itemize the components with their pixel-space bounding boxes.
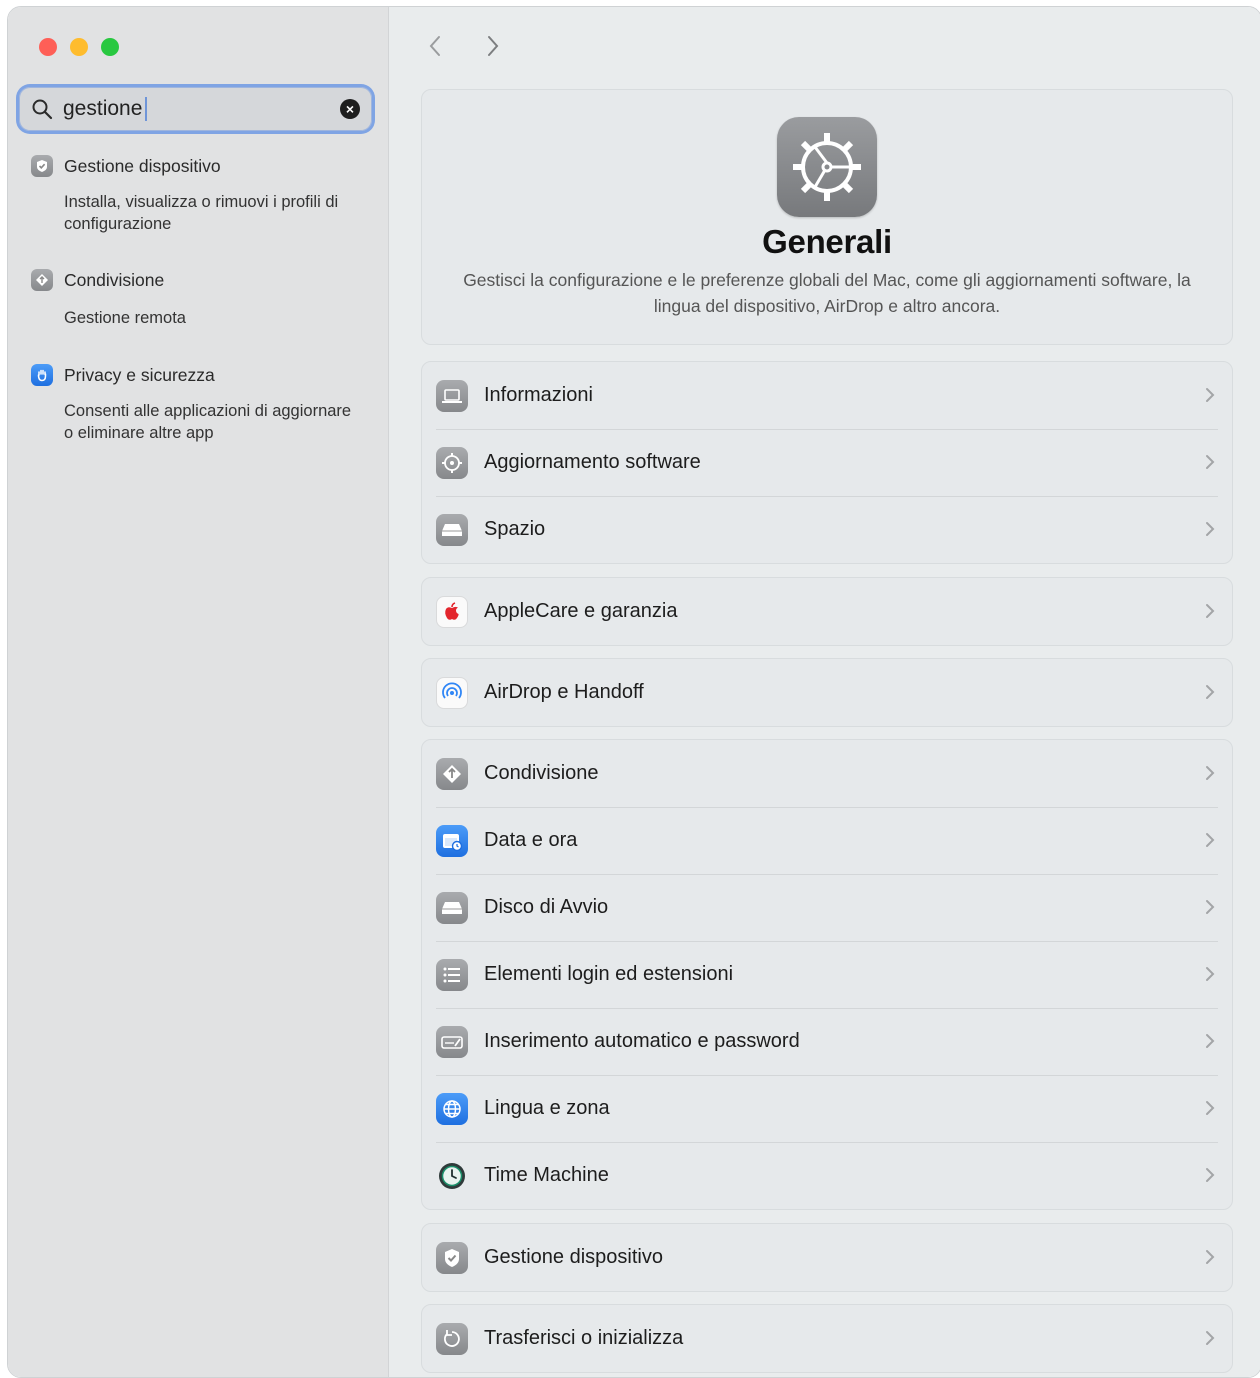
- chevron-right-icon: [1206, 833, 1215, 847]
- row-label: Trasferisci o inizializza: [484, 1327, 684, 1349]
- window-controls: [39, 38, 119, 56]
- row-gestione-dispositivo[interactable]: Gestione dispositivo: [422, 1224, 1232, 1291]
- result-title: Privacy e sicurezza: [64, 364, 215, 385]
- hand-icon: [31, 364, 53, 386]
- settings-group: Gestione dispositivo: [421, 1223, 1233, 1292]
- chevron-right-icon: [1206, 1168, 1215, 1182]
- close-window-button[interactable]: [39, 38, 57, 56]
- chevron-right-icon: [1206, 1331, 1215, 1345]
- row-label: AirDrop e Handoff: [484, 681, 644, 703]
- search-result-device-management[interactable]: Gestione dispositivo Installa, visualizz…: [31, 155, 364, 235]
- page-description: Gestisci la configurazione e le preferen…: [463, 270, 1191, 316]
- airdrop-icon: [436, 676, 468, 709]
- chevron-right-icon: [1206, 1101, 1215, 1115]
- settings-group: Condivisione Data e ora Disco di Avvio E…: [421, 739, 1233, 1210]
- drive-icon: [436, 513, 468, 546]
- chevron-right-icon: [1206, 522, 1215, 536]
- chevron-right-icon: [1206, 1034, 1215, 1048]
- chevron-right-icon: [1206, 1250, 1215, 1264]
- row-inserimento-password[interactable]: Inserimento automatico e password: [422, 1008, 1232, 1075]
- chevron-right-icon: [1206, 604, 1215, 618]
- row-label: Time Machine: [484, 1164, 609, 1186]
- chevron-right-icon: [1206, 455, 1215, 469]
- chevron-right-icon: [1206, 388, 1215, 402]
- drive-icon: [436, 891, 468, 924]
- forward-arrow-icon[interactable]: [479, 33, 505, 59]
- settings-window: gestione × Gestione dispositivo Installa…: [7, 6, 1260, 1378]
- time-machine-icon: [436, 1160, 468, 1192]
- checkmark-badge-icon: [436, 1241, 468, 1274]
- row-applecare[interactable]: AppleCare e garanzia: [422, 578, 1232, 645]
- row-time-machine[interactable]: Time Machine: [422, 1142, 1232, 1209]
- row-label: Aggiornamento software: [484, 451, 701, 473]
- general-header: Generali Gestisci la configurazione e le…: [421, 89, 1233, 345]
- row-label: Gestione dispositivo: [484, 1246, 663, 1268]
- chevron-right-icon: [1206, 685, 1215, 699]
- settings-group: AirDrop e Handoff: [421, 658, 1233, 727]
- chevron-right-icon: [1206, 967, 1215, 981]
- page-title: Generali: [762, 223, 892, 260]
- navigation-controls: [423, 33, 505, 59]
- password-icon: [436, 1025, 468, 1058]
- row-label: Lingua e zona: [484, 1097, 610, 1119]
- gear-refresh-icon: [436, 446, 468, 479]
- row-label: Elementi login ed estensioni: [484, 963, 734, 985]
- back-arrow-icon[interactable]: [423, 33, 449, 59]
- row-label: Informazioni: [484, 384, 593, 406]
- sharing-icon: [436, 757, 468, 790]
- sidebar: gestione × Gestione dispositivo Installa…: [8, 7, 389, 1377]
- row-condivisione[interactable]: Condivisione: [422, 740, 1232, 807]
- gear-icon: [777, 117, 877, 217]
- row-trasferisci-inizializza[interactable]: Trasferisci o inizializza: [422, 1305, 1232, 1372]
- main-pane: Generali Gestisci la configurazione e le…: [389, 7, 1260, 1377]
- apple-icon: [436, 595, 468, 628]
- zoom-window-button[interactable]: [101, 38, 119, 56]
- search-input[interactable]: gestione: [63, 97, 142, 121]
- result-title: Condivisione: [64, 269, 165, 290]
- sharing-icon: [31, 269, 53, 291]
- list-icon: [436, 958, 468, 991]
- result-title: Gestione dispositivo: [64, 155, 221, 176]
- row-label: Data e ora: [484, 829, 578, 851]
- row-label: Condivisione: [484, 762, 599, 784]
- minimize-window-button[interactable]: [70, 38, 88, 56]
- clear-search-button[interactable]: ×: [340, 99, 360, 119]
- settings-group: Informazioni Aggiornamento software Spaz…: [421, 361, 1233, 564]
- row-data-ora[interactable]: Data e ora: [422, 807, 1232, 874]
- reset-icon: [436, 1322, 468, 1355]
- settings-group: AppleCare e garanzia: [421, 577, 1233, 646]
- search-icon: [32, 99, 53, 120]
- row-label: AppleCare e garanzia: [484, 600, 678, 622]
- row-disco-avvio[interactable]: Disco di Avvio: [422, 874, 1232, 941]
- checkmark-badge-icon: [31, 155, 53, 177]
- row-airdrop-handoff[interactable]: AirDrop e Handoff: [422, 659, 1232, 726]
- chevron-right-icon: [1206, 766, 1215, 780]
- row-lingua-zona[interactable]: Lingua e zona: [422, 1075, 1232, 1142]
- result-subtitle[interactable]: Consenti alle applicazioni di aggiornare…: [64, 400, 364, 444]
- row-informazioni[interactable]: Informazioni: [422, 362, 1232, 429]
- row-label: Inserimento automatico e password: [484, 1030, 800, 1052]
- row-label: Spazio: [484, 518, 546, 540]
- search-result-privacy[interactable]: Privacy e sicurezza Consenti alle applic…: [31, 364, 364, 444]
- calendar-clock-icon: [436, 824, 468, 857]
- text-caret: [145, 97, 148, 121]
- chevron-right-icon: [1206, 900, 1215, 914]
- result-subtitle[interactable]: Gestione remota: [64, 307, 364, 329]
- search-result-sharing[interactable]: Condivisione Gestione remota: [31, 269, 364, 329]
- settings-group: Trasferisci o inizializza: [421, 1304, 1233, 1373]
- row-elementi-login[interactable]: Elementi login ed estensioni: [422, 941, 1232, 1008]
- result-subtitle[interactable]: Installa, visualizza o rimuovi i profili…: [64, 191, 364, 235]
- globe-icon: [436, 1092, 468, 1125]
- row-spazio[interactable]: Spazio: [422, 496, 1232, 563]
- row-label: Disco di Avvio: [484, 896, 609, 918]
- search-field[interactable]: gestione ×: [19, 87, 372, 131]
- laptop-icon: [436, 379, 468, 412]
- row-aggiornamento-software[interactable]: Aggiornamento software: [422, 429, 1232, 496]
